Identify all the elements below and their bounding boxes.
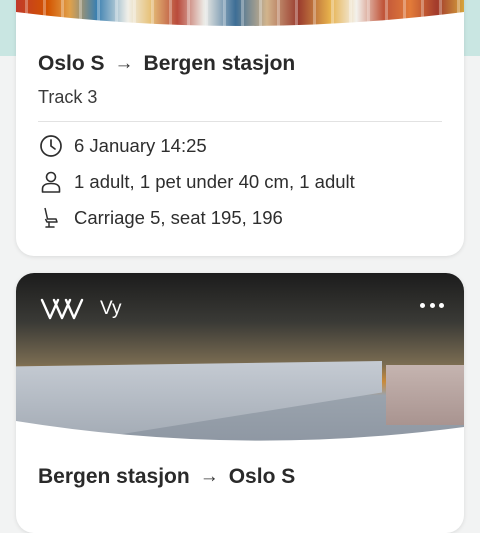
ticket-card-oslo-bergen[interactable]: Oslo S → Bergen stasjon Track 3 6 Januar… — [16, 0, 464, 256]
operator-name: Vy — [100, 298, 122, 319]
arrow-right-icon: → — [199, 466, 219, 487]
clock-icon — [40, 135, 62, 157]
photo-curve — [16, 421, 464, 451]
origin-station: Bergen stasjon — [38, 465, 190, 488]
track-label: Track 3 — [38, 87, 98, 107]
more-options-icon[interactable] — [420, 301, 444, 309]
route-title: Oslo S → Bergen stasjon — [38, 52, 295, 76]
ticket-card-bergen-oslo[interactable]: Vy Bergen stasjon → Oslo S — [16, 273, 464, 533]
seat-icon — [44, 207, 58, 228]
departure-time-row: 6 January 14:25 — [38, 133, 207, 159]
divider — [38, 121, 442, 122]
passengers-text: 1 adult, 1 pet under 40 cm, 1 adult — [74, 171, 355, 192]
operator-brand: Vy — [40, 297, 121, 321]
seat-text: Carriage 5, seat 195, 196 — [74, 207, 283, 228]
passengers-row: 1 adult, 1 pet under 40 cm, 1 adult — [38, 169, 355, 195]
photo-curve — [16, 12, 464, 34]
seat-row: Carriage 5, seat 195, 196 — [38, 205, 283, 231]
person-icon — [41, 171, 61, 193]
arrow-right-icon: → — [114, 53, 134, 74]
origin-station: Oslo S — [38, 52, 105, 75]
route-title: Bergen stasjon → Oslo S — [38, 465, 295, 489]
vy-logo-icon — [40, 298, 84, 320]
destination-station: Oslo S — [228, 465, 296, 488]
destination-station: Bergen stasjon — [143, 52, 296, 75]
departure-datetime: 6 January 14:25 — [74, 135, 207, 156]
